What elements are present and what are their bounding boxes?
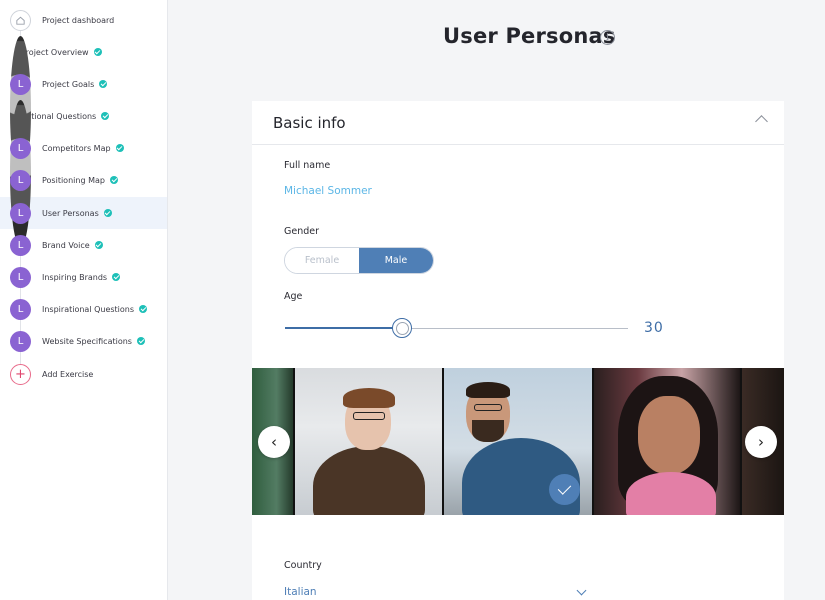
sidebar-item-label: Competitors Map bbox=[42, 143, 111, 153]
avatar: L bbox=[10, 330, 31, 352]
page-title: User Personas bbox=[443, 24, 616, 48]
sidebar-item-inspiring-brands[interactable]: L Inspiring Brands bbox=[0, 261, 167, 293]
avatar: L bbox=[10, 73, 31, 95]
check-icon bbox=[101, 112, 110, 120]
sidebar-item-label: Website Specifications bbox=[42, 336, 132, 346]
sidebar-item-project-dashboard[interactable]: Project dashboard bbox=[0, 4, 167, 36]
chevron-down-icon[interactable] bbox=[576, 585, 587, 596]
persona-photo-4[interactable] bbox=[594, 368, 740, 515]
check-icon bbox=[112, 273, 121, 281]
avatar: L bbox=[10, 266, 31, 288]
sidebar-item-label: Brand Voice bbox=[42, 240, 90, 250]
sidebar-item-project-overview[interactable]: Project Overview bbox=[0, 36, 167, 183]
sidebar-item-label: Add Exercise bbox=[42, 369, 94, 379]
card-header[interactable]: Basic info bbox=[252, 101, 784, 145]
persona-photo-3[interactable] bbox=[444, 368, 592, 515]
age-slider-handle[interactable] bbox=[391, 318, 412, 338]
check-icon bbox=[109, 176, 118, 184]
info-icon[interactable]: i bbox=[600, 30, 615, 45]
age-value: 30 bbox=[644, 320, 664, 336]
gender-option-male[interactable]: Male bbox=[359, 248, 433, 273]
sidebar-item-label: Project dashboard bbox=[42, 15, 115, 25]
avatar: L bbox=[10, 298, 31, 320]
sidebar-item-label: Positioning Map bbox=[42, 175, 105, 185]
avatar: L bbox=[10, 169, 31, 191]
country-select[interactable]: Italian bbox=[284, 586, 317, 598]
plus-icon: + bbox=[10, 363, 31, 385]
persona-photo-carousel: ‹ › bbox=[252, 368, 784, 515]
check-icon bbox=[94, 241, 103, 249]
sidebar-item-inspirational-questions[interactable]: L Inspirational Questions bbox=[0, 293, 167, 325]
sidebar-item-label: Rational Questions bbox=[21, 111, 97, 121]
avatar: L bbox=[10, 202, 31, 224]
sidebar-item-label: Project Overview bbox=[21, 47, 89, 57]
sidebar-item-label: Inspirational Questions bbox=[42, 304, 135, 314]
sidebar-item-label: Inspiring Brands bbox=[42, 272, 108, 282]
sidebar-item-label: Project Goals bbox=[42, 79, 95, 89]
basic-info-card: Basic info Full name Michael Sommer Gend… bbox=[252, 101, 784, 600]
age-slider-fill bbox=[285, 327, 402, 329]
full-name-input[interactable]: Michael Sommer bbox=[284, 185, 372, 197]
check-icon bbox=[93, 48, 102, 56]
selected-check-icon bbox=[549, 474, 580, 505]
persona-photo-2[interactable] bbox=[295, 368, 442, 515]
add-exercise-button[interactable]: + Add Exercise bbox=[0, 358, 167, 390]
carousel-next-button[interactable]: › bbox=[745, 426, 777, 458]
check-icon bbox=[99, 80, 108, 88]
gender-label: Gender bbox=[284, 226, 320, 237]
check-icon bbox=[115, 144, 124, 152]
sidebar: Project dashboard Project Overview L Pro… bbox=[0, 0, 168, 600]
card-title: Basic info bbox=[273, 114, 346, 132]
check-icon bbox=[136, 337, 145, 345]
avatar: L bbox=[10, 137, 31, 159]
avatar: L bbox=[10, 234, 31, 256]
age-label: Age bbox=[284, 291, 303, 302]
sidebar-item-label: User Personas bbox=[42, 208, 99, 218]
chevron-up-icon[interactable] bbox=[755, 115, 768, 128]
gender-option-female[interactable]: Female bbox=[285, 248, 359, 273]
check-icon bbox=[103, 209, 112, 217]
sidebar-item-website-specifications[interactable]: L Website Specifications bbox=[0, 325, 167, 357]
full-name-label: Full name bbox=[284, 160, 331, 171]
gender-toggle: Female Male bbox=[284, 247, 434, 274]
check-icon bbox=[139, 305, 148, 313]
home-icon bbox=[10, 9, 31, 31]
country-label: Country bbox=[284, 560, 322, 571]
carousel-prev-button[interactable]: ‹ bbox=[258, 426, 290, 458]
